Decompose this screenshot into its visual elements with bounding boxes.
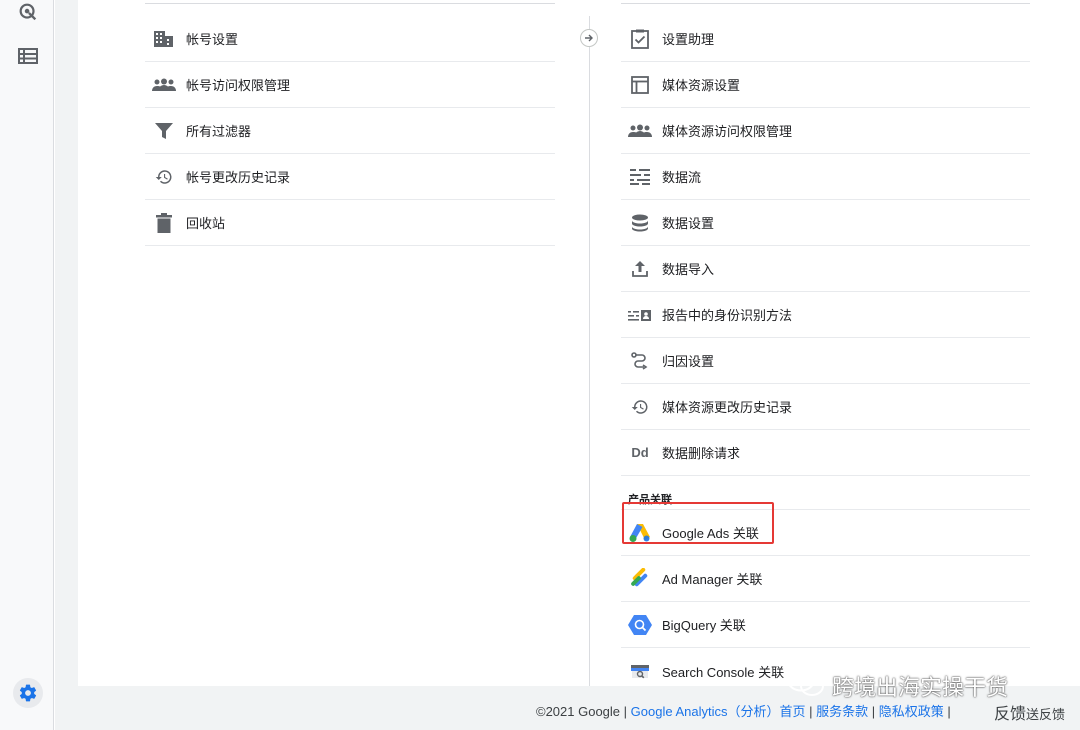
left-rail xyxy=(0,0,54,730)
feedback-label-small: 送反馈 xyxy=(1026,707,1066,722)
menu-item-data-streams[interactable]: 数据流 xyxy=(621,154,1030,200)
building-icon xyxy=(145,30,183,48)
menu-item-data-deletion[interactable]: Dd 数据删除请求 xyxy=(621,430,1030,476)
identity-icon xyxy=(621,308,659,322)
menu-item-label: BigQuery 关联 xyxy=(662,618,746,633)
column-divider xyxy=(589,16,590,686)
send-feedback-link[interactable]: 反馈送反馈 xyxy=(994,700,1065,724)
bigquery-icon xyxy=(621,614,659,636)
upload-icon xyxy=(621,260,659,278)
menu-item-property-settings[interactable]: 媒体资源设置 xyxy=(621,62,1030,108)
menu-item-data-import[interactable]: 数据导入 xyxy=(621,246,1030,292)
menu-item-label: 媒体资源设置 xyxy=(662,78,741,93)
menu-item-label: 数据流 xyxy=(662,170,702,185)
menu-item-label: 数据导入 xyxy=(662,262,715,277)
menu-item-label: 设置助理 xyxy=(662,32,715,47)
watermark-text: 跨境出海实操干货 xyxy=(832,676,1009,701)
menu-item-label: 所有过滤器 xyxy=(186,124,252,139)
database-icon xyxy=(621,214,659,232)
menu-item-account-history[interactable]: 帐号更改历史记录 xyxy=(145,154,555,200)
menu-item-reporting-identity[interactable]: 报告中的身份识别方法 xyxy=(621,292,1030,338)
history-icon xyxy=(621,398,659,416)
search-console-icon xyxy=(621,661,659,681)
menu-item-label: 回收站 xyxy=(186,216,226,231)
wechat-icon xyxy=(786,667,826,705)
settings-gear-icon[interactable] xyxy=(13,678,43,708)
menu-item-data-settings[interactable]: 数据设置 xyxy=(621,200,1030,246)
menu-item-label: 数据删除请求 xyxy=(662,446,741,461)
menu-item-label: 数据设置 xyxy=(662,216,715,231)
people-icon xyxy=(145,78,183,92)
menu-item-label: 媒体资源更改历史记录 xyxy=(662,400,793,415)
menu-item-trash[interactable]: 回收站 xyxy=(145,200,555,246)
watermark: 跨境出海实操干货 xyxy=(786,667,1008,705)
menu-item-bigquery-link[interactable]: BigQuery 关联 xyxy=(621,602,1030,648)
arrow-right-icon[interactable] xyxy=(580,29,598,47)
list-icon[interactable] xyxy=(14,42,42,70)
ad-manager-icon xyxy=(621,567,659,590)
menu-item-attribution-settings[interactable]: 归因设置 xyxy=(621,338,1030,384)
dd-icon: Dd xyxy=(631,445,649,460)
stream-icon xyxy=(621,168,659,186)
menu-item-label: 帐号访问权限管理 xyxy=(186,78,291,93)
history-icon xyxy=(145,168,183,186)
filter-icon xyxy=(145,122,183,139)
property-column: 设置助理 媒体资源设置 媒体资源访问权限管理 数据流 数据设置 数据导入 报告中… xyxy=(621,0,1030,694)
menu-item-property-history[interactable]: 媒体资源更改历史记录 xyxy=(621,384,1030,430)
trash-icon xyxy=(145,212,183,233)
people-icon xyxy=(621,124,659,138)
footer-separator: | xyxy=(620,704,631,719)
menu-item-account-access[interactable]: 帐号访问权限管理 xyxy=(145,62,555,108)
menu-item-account-settings[interactable]: 帐号设置 xyxy=(145,16,555,62)
explore-icon[interactable] xyxy=(14,0,42,26)
menu-item-ad-manager-link[interactable]: Ad Manager 关联 xyxy=(621,556,1030,602)
footer-analytics-home-link[interactable]: Google Analytics（分析）首页 xyxy=(631,704,806,719)
menu-item-label: 归因设置 xyxy=(662,354,715,369)
footer-privacy-link[interactable]: 隐私权政策 xyxy=(879,704,944,719)
google-ads-highlight-box xyxy=(622,502,774,544)
footer-separator: | xyxy=(868,704,879,719)
menu-item-all-filters[interactable]: 所有过滤器 xyxy=(145,108,555,154)
menu-item-label: 帐号更改历史记录 xyxy=(186,170,291,185)
menu-item-label: 媒体资源访问权限管理 xyxy=(662,124,793,139)
window-icon xyxy=(621,75,659,94)
footer-copyright: ©2021 Google xyxy=(536,704,621,719)
footer-terms-link[interactable]: 服务条款 xyxy=(816,704,868,719)
account-column: 帐号设置 帐号访问权限管理 所有过滤器 帐号更改历史记录 回收站 xyxy=(145,0,555,246)
menu-item-property-access[interactable]: 媒体资源访问权限管理 xyxy=(621,108,1030,154)
checklist-icon xyxy=(621,29,659,49)
menu-item-setup-assistant[interactable]: 设置助理 xyxy=(621,16,1030,62)
feedback-label: 反馈 xyxy=(994,706,1027,723)
menu-item-label: Ad Manager 关联 xyxy=(662,572,763,587)
footer-separator: | xyxy=(943,704,951,719)
attribution-icon xyxy=(621,351,659,370)
footer-separator: | xyxy=(805,704,817,719)
menu-item-label: Search Console 关联 xyxy=(662,664,785,680)
footer: ©2021 Google | Google Analytics（分析）首页 | … xyxy=(536,701,951,720)
menu-item-label: 报告中的身份识别方法 xyxy=(662,308,793,323)
menu-item-label: 帐号设置 xyxy=(186,32,239,47)
